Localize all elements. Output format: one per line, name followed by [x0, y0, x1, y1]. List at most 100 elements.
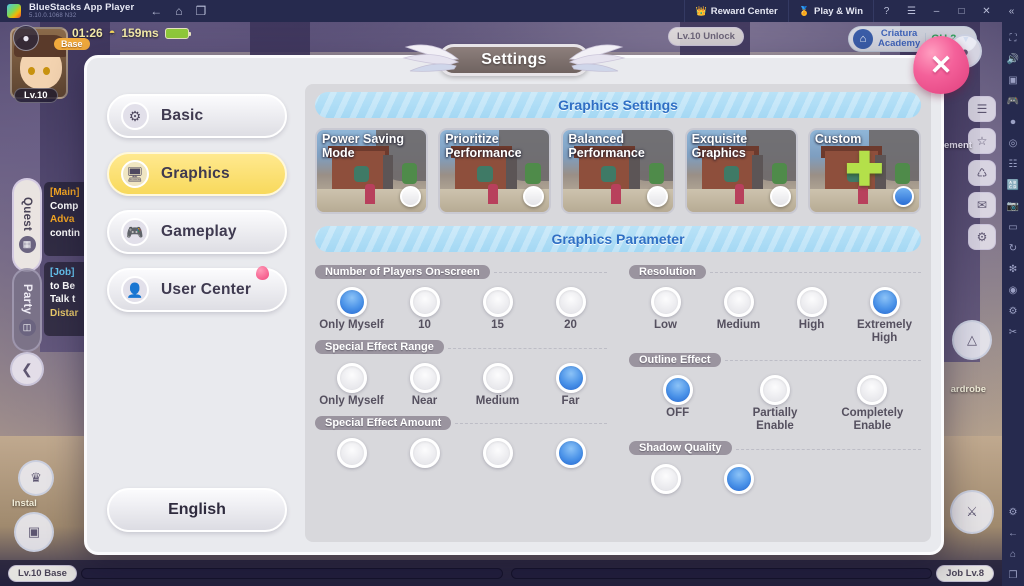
- hud-button-menu-a[interactable]: ☰: [968, 96, 996, 122]
- sidebar-item-user-center[interactable]: 👤User Center: [107, 268, 287, 312]
- menu-icon[interactable]: ☰: [899, 0, 924, 22]
- param-option[interactable]: Only Myself: [315, 363, 388, 408]
- language-button[interactable]: English: [107, 488, 287, 532]
- hud-button-wardrobe[interactable]: △: [952, 320, 992, 360]
- minimize-icon[interactable]: –: [924, 0, 949, 22]
- graphics-preset-card[interactable]: Balanced Performance: [561, 128, 674, 214]
- graphics-preset-card[interactable]: ✚Custom: [808, 128, 921, 214]
- radio-button[interactable]: [556, 363, 586, 393]
- graphics-preset-card[interactable]: Power Saving Mode: [315, 128, 428, 214]
- disk-cleanup-icon[interactable]: ⚙: [1003, 301, 1023, 322]
- keymapping-icon[interactable]: ▣: [1003, 70, 1023, 91]
- param-option[interactable]: [388, 438, 461, 470]
- radio-button[interactable]: [870, 287, 900, 317]
- back-icon[interactable]: ←: [150, 5, 162, 17]
- avatar-portrait-icon[interactable]: ●: [13, 25, 39, 51]
- radio-button[interactable]: [483, 438, 513, 468]
- macro-recorder-icon[interactable]: ⏺: [1003, 112, 1023, 133]
- settings-icon[interactable]: ⚙: [1003, 502, 1023, 523]
- graphics-preset-card[interactable]: Prioritize Performance: [438, 128, 551, 214]
- radio-button[interactable]: [724, 464, 754, 494]
- collapse-icon[interactable]: «: [999, 0, 1024, 22]
- back-icon[interactable]: ←: [1003, 523, 1023, 544]
- param-option[interactable]: Far: [534, 363, 607, 408]
- media-manager-icon[interactable]: ▭: [1003, 217, 1023, 238]
- radio-button[interactable]: [724, 287, 754, 317]
- hud-button-attack[interactable]: ⚔: [950, 490, 994, 534]
- screenshot-icon[interactable]: 📷: [1003, 196, 1023, 217]
- param-option[interactable]: Medium: [461, 363, 534, 408]
- param-option[interactable]: [534, 438, 607, 470]
- home-icon[interactable]: ⌂: [175, 5, 182, 17]
- param-option[interactable]: Medium: [702, 287, 775, 344]
- play-and-win-button[interactable]: 🏅 Play & Win: [788, 0, 873, 22]
- fullscreen-icon[interactable]: ⛶: [1003, 28, 1023, 49]
- preset-radio[interactable]: [770, 186, 791, 207]
- param-option[interactable]: [629, 464, 702, 496]
- param-option[interactable]: [315, 438, 388, 470]
- param-option[interactable]: 10: [388, 287, 461, 332]
- hud-button-menu-d[interactable]: ✉: [968, 192, 996, 218]
- real-time-translation-icon[interactable]: 🔠: [1003, 175, 1023, 196]
- param-option[interactable]: Extremely High: [848, 287, 921, 344]
- param-option-row: LowMediumHighExtremely High: [629, 281, 921, 346]
- radio-button[interactable]: [410, 363, 440, 393]
- radio-button[interactable]: [337, 287, 367, 317]
- radio-button[interactable]: [663, 375, 693, 405]
- reward-center-button[interactable]: 👑 Reward Center: [684, 0, 787, 22]
- param-option[interactable]: 20: [534, 287, 607, 332]
- radio-button[interactable]: [556, 287, 586, 317]
- rotate-icon[interactable]: ↻: [1003, 238, 1023, 259]
- radio-button[interactable]: [651, 464, 681, 494]
- rail-tab-party[interactable]: Party ◫: [12, 268, 42, 352]
- maximize-icon[interactable]: □: [949, 0, 974, 22]
- radio-button[interactable]: [857, 375, 887, 405]
- hud-button-stats[interactable]: ♛: [18, 460, 54, 496]
- radio-button[interactable]: [337, 363, 367, 393]
- rail-tab-quest[interactable]: Quest ▦: [12, 178, 42, 272]
- rail-collapse-button[interactable]: ❮: [10, 352, 44, 386]
- param-option[interactable]: OFF: [629, 375, 726, 432]
- param-option[interactable]: Near: [388, 363, 461, 408]
- eco-mode-icon[interactable]: ◎: [1003, 133, 1023, 154]
- radio-button[interactable]: [797, 287, 827, 317]
- param-option[interactable]: Only Myself: [315, 287, 388, 332]
- location-icon[interactable]: ◉: [1003, 280, 1023, 301]
- shake-icon[interactable]: ❇: [1003, 259, 1023, 280]
- param-option[interactable]: Completely Enable: [824, 375, 921, 432]
- radio-button[interactable]: [410, 438, 440, 468]
- hud-button-menu-b[interactable]: ☆: [968, 128, 996, 154]
- hud-button-inventory[interactable]: ▣: [14, 512, 54, 552]
- multi-instance-icon[interactable]: ☷: [1003, 154, 1023, 175]
- param-option[interactable]: [461, 438, 534, 470]
- radio-button[interactable]: [483, 363, 513, 393]
- recents-icon[interactable]: ❐: [1003, 565, 1023, 586]
- trim-icon[interactable]: ✂: [1003, 322, 1023, 343]
- radio-button[interactable]: [651, 287, 681, 317]
- hud-button-menu-c[interactable]: ♺: [968, 160, 996, 186]
- sidebar-item-basic[interactable]: ⚙Basic: [107, 94, 287, 138]
- param-option[interactable]: High: [775, 287, 848, 344]
- hud-button-menu-e[interactable]: ⚙: [968, 224, 996, 250]
- param-option[interactable]: 15: [461, 287, 534, 332]
- home-icon[interactable]: ⌂: [1003, 544, 1023, 565]
- sidebar-item-gameplay[interactable]: 🎮Gameplay: [107, 210, 287, 254]
- preset-radio[interactable]: [893, 186, 914, 207]
- radio-button[interactable]: [483, 287, 513, 317]
- param-option[interactable]: Partially Enable: [726, 375, 823, 432]
- recents-icon[interactable]: ❐: [196, 5, 207, 17]
- param-option[interactable]: [702, 464, 775, 496]
- close-dialog-button[interactable]: ✕: [913, 36, 969, 94]
- gamepad-icon[interactable]: 🎮: [1003, 91, 1023, 112]
- graphics-preset-card[interactable]: Exquisite Graphics: [685, 128, 798, 214]
- radio-button[interactable]: [337, 438, 367, 468]
- sidebar-item-graphics[interactable]: 🖥Graphics: [107, 152, 287, 196]
- radio-button[interactable]: [760, 375, 790, 405]
- help-icon[interactable]: ?: [874, 0, 899, 22]
- param-option[interactable]: Low: [629, 287, 702, 344]
- radio-button[interactable]: [556, 438, 586, 468]
- volume-icon[interactable]: 🔊: [1003, 49, 1023, 70]
- radio-button[interactable]: [410, 287, 440, 317]
- close-icon[interactable]: ✕: [974, 0, 999, 22]
- preset-radio[interactable]: [647, 186, 668, 207]
